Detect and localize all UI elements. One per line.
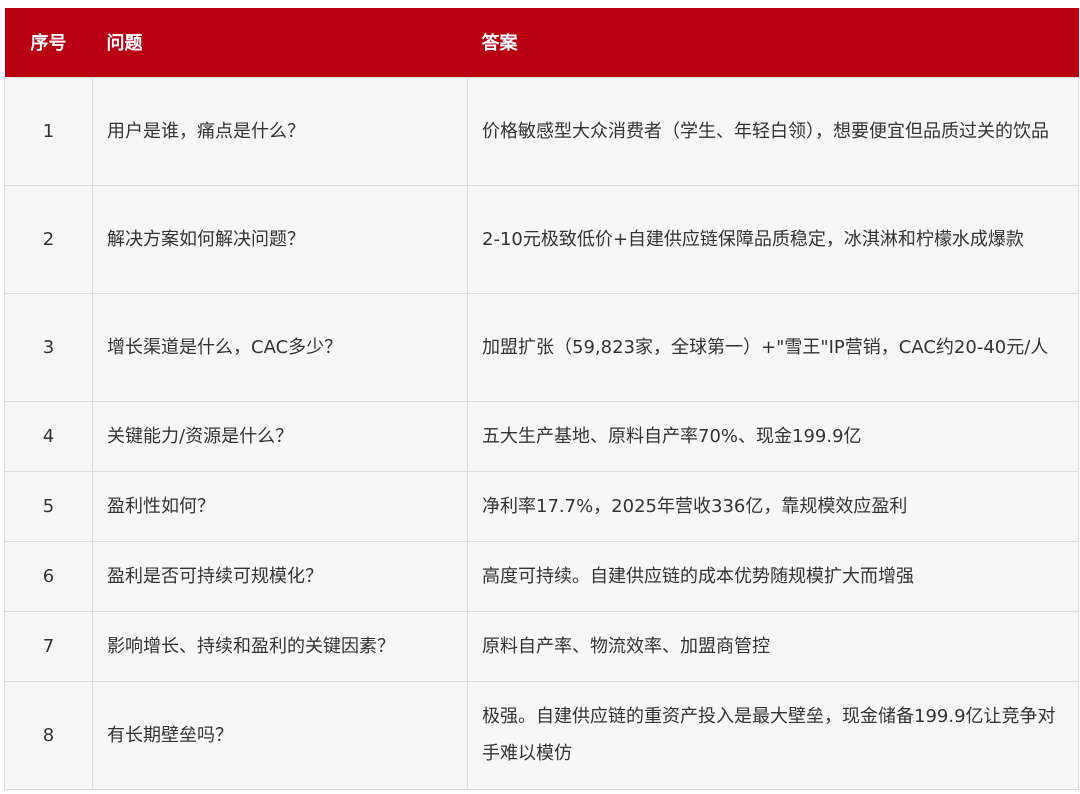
row-num: 6 — [4, 540, 93, 612]
row-num: 2 — [4, 184, 93, 294]
row-answer: 加盟扩张（59,823家，全球第一）+"雪王"IP营销，CAC约20-40元/人 — [467, 292, 1079, 402]
row-question: 盈利性如何？ — [92, 470, 468, 542]
row-num: 1 — [4, 76, 93, 186]
row-question: 关键能力/资源是什么？ — [92, 400, 468, 472]
row-question: 解决方案如何解决问题？ — [92, 184, 468, 294]
row-answer: 极强。自建供应链的重资产投入是最大壁垒，现金储备199.9亿让竞争对手难以模仿 — [467, 680, 1079, 790]
header-row: 序号 问题 答案 — [4, 8, 1079, 77]
table-row: 2 解决方案如何解决问题？ 2-10元极致低价+自建供应链保障品质稳定，冰淇淋和… — [4, 184, 1079, 294]
row-num: 3 — [4, 292, 93, 402]
header-answer: 答案 — [481, 33, 518, 55]
row-num: 8 — [4, 680, 93, 790]
table-row: 8 有长期壁垒吗？ 极强。自建供应链的重资产投入是最大壁垒，现金储备199.9亿… — [4, 680, 1079, 790]
table-row: 5 盈利性如何？ 净利率17.7%，2025年营收336亿，靠规模效应盈利 — [4, 470, 1079, 542]
table-body: 1 用户是谁，痛点是什么？ 价格敏感型大众消费者（学生、年轻白领），想要便宜但品… — [4, 76, 1079, 790]
row-answer: 原料自产率、物流效率、加盟商管控 — [467, 610, 1079, 682]
row-question: 有长期壁垒吗？ — [92, 680, 468, 790]
table-row: 4 关键能力/资源是什么？ 五大生产基地、原料自产率70%、现金199.9亿 — [4, 400, 1079, 472]
row-question: 盈利是否可持续可规模化？ — [92, 540, 468, 612]
row-answer: 价格敏感型大众消费者（学生、年轻白领），想要便宜但品质过关的饮品 — [467, 76, 1079, 186]
row-num: 5 — [4, 470, 93, 542]
row-answer: 净利率17.7%，2025年营收336亿，靠规模效应盈利 — [467, 470, 1079, 542]
row-num: 7 — [4, 610, 93, 682]
qa-table: 序号 问题 答案 1 用户是谁，痛点是什么？ 价格敏感型大众消费者（学生、年轻白… — [4, 8, 1079, 790]
header-num: 序号 — [30, 33, 67, 55]
row-num: 4 — [4, 400, 93, 472]
row-answer: 高度可持续。自建供应链的成本优势随规模扩大而增强 — [467, 540, 1079, 612]
header-question: 问题 — [106, 33, 143, 55]
table-row: 1 用户是谁，痛点是什么？ 价格敏感型大众消费者（学生、年轻白领），想要便宜但品… — [4, 76, 1079, 186]
row-answer: 2-10元极致低价+自建供应链保障品质稳定，冰淇淋和柠檬水成爆款 — [467, 184, 1079, 294]
row-question: 影响增长、持续和盈利的关键因素？ — [92, 610, 468, 682]
table-row: 6 盈利是否可持续可规模化？ 高度可持续。自建供应链的成本优势随规模扩大而增强 — [4, 540, 1079, 612]
row-question: 用户是谁，痛点是什么？ — [92, 76, 468, 186]
row-question: 增长渠道是什么，CAC多少？ — [92, 292, 468, 402]
table-row: 3 增长渠道是什么，CAC多少？ 加盟扩张（59,823家，全球第一）+"雪王"… — [4, 292, 1079, 402]
table-row: 7 影响增长、持续和盈利的关键因素？ 原料自产率、物流效率、加盟商管控 — [4, 610, 1079, 682]
table-header: 序号 问题 答案 — [4, 8, 1079, 77]
row-answer: 五大生产基地、原料自产率70%、现金199.9亿 — [467, 400, 1079, 472]
